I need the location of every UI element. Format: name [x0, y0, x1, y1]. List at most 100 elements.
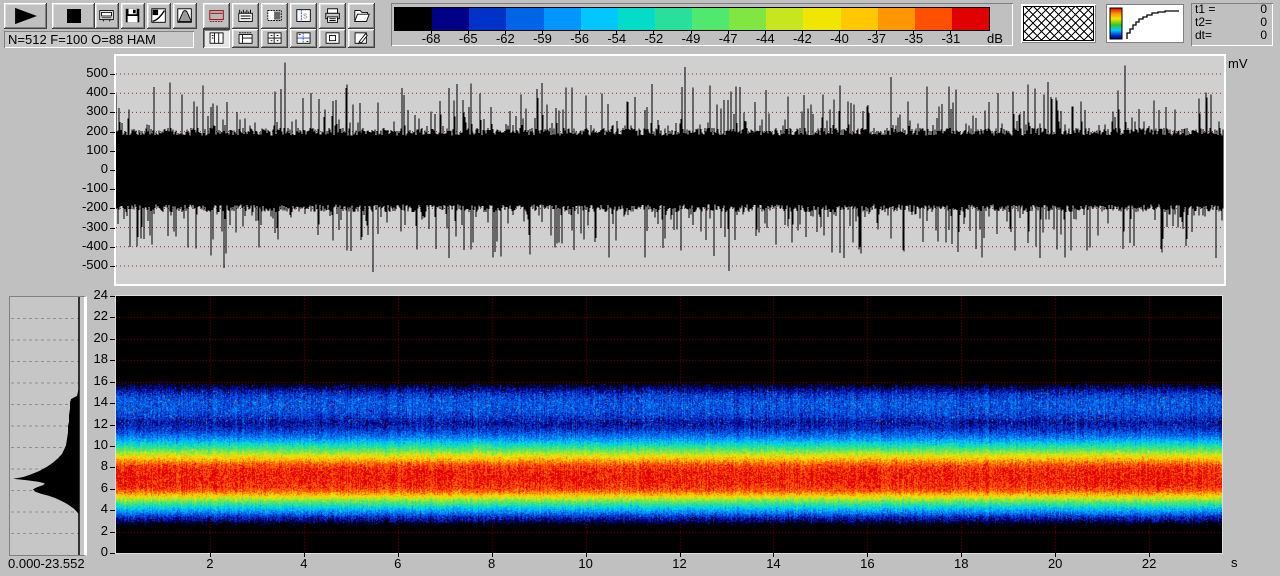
grid-inner-box-icon	[324, 32, 342, 45]
s-grid-icon: s	[295, 7, 313, 25]
axis-tickmark	[110, 360, 115, 362]
grid-vertical-icon	[208, 32, 226, 45]
spectrogram-xtick-label: 18	[954, 556, 969, 571]
waveform-ytick-label: -400	[81, 237, 108, 253]
spectrogram-ytick-label: 14	[93, 394, 108, 410]
time-cursor-readout: t1 = 0 t2= 0 dt= 0	[1191, 3, 1273, 46]
grid-top-dashed-button[interactable]	[232, 29, 259, 48]
window-function-button[interactable]	[173, 3, 197, 29]
color-scale-segment	[580, 8, 618, 30]
color-scale-segment	[766, 8, 804, 30]
color-scale-segment	[395, 8, 433, 30]
color-scale-label: -44	[755, 31, 775, 46]
stop-icon	[64, 6, 84, 26]
grid-vertical-button[interactable]	[203, 29, 230, 48]
color-scale-label: -37	[867, 31, 887, 46]
waveform-ytick-label: 200	[86, 122, 108, 138]
spectrogram-xtick-label: 12	[672, 556, 687, 571]
spectrogram-ytick-label: 12	[93, 415, 108, 431]
grid-cross-button[interactable]	[261, 29, 288, 48]
spectrogram-xtick-label: 20	[1047, 556, 1063, 571]
color-scale-label: -65	[458, 31, 478, 46]
scope-display-button[interactable]	[95, 3, 119, 29]
grid-edit-button[interactable]	[348, 29, 375, 48]
texture-preview-box[interactable]	[1021, 4, 1096, 43]
gamma-curve-button[interactable]	[147, 3, 171, 29]
spectrum-analyzer-window: N=512 F=100 O=88 HAM dB -68 -65 -62 -59 -56 -…	[0, 0, 1280, 576]
color-scale-label: -52	[644, 31, 664, 46]
shaded-region-button[interactable]	[261, 3, 288, 29]
axis-tickmark	[110, 445, 115, 447]
axis-tickmark	[110, 531, 115, 533]
waveform-ytick-label: 300	[86, 103, 108, 119]
axis-tickmark	[110, 189, 115, 191]
db-color-scale-bar	[394, 7, 990, 31]
red-frame-display-button[interactable]	[203, 3, 230, 29]
stop-button[interactable]	[52, 3, 95, 29]
printer-icon	[324, 7, 342, 25]
waveform-unit-label: mV	[1228, 56, 1248, 71]
time-range-label: 0.000-23.552	[8, 556, 85, 571]
shaded-region-icon	[266, 7, 284, 25]
spectrogram-plot[interactable]	[116, 296, 1222, 553]
color-scale-segment	[803, 8, 841, 30]
axis-tickmark	[110, 296, 115, 297]
spectrogram-ytick-label: 22	[93, 308, 108, 324]
analysis-settings-readout: N=512 F=100 O=88 HAM	[4, 31, 194, 48]
analysis-settings-text: N=512 F=100 O=88 HAM	[8, 32, 156, 47]
grid-cross-axes-icon	[295, 32, 313, 45]
color-scale-label: -40	[830, 31, 849, 46]
color-scale-label: -59	[533, 31, 552, 46]
save-floppy-button[interactable]	[121, 3, 145, 29]
time-readout-label: dt=	[1195, 28, 1213, 42]
axis-tickmark	[110, 338, 115, 340]
spectrogram-xtick-label: 8	[488, 556, 496, 571]
axis-tickmark	[110, 246, 115, 248]
axis-tickmark	[110, 227, 115, 229]
color-scale-label: -54	[607, 31, 627, 46]
spectrogram-xtick-label: 14	[766, 556, 781, 571]
spectrogram-ytick-label: 20	[93, 329, 108, 345]
axis-tickmark	[110, 488, 115, 490]
svg-text:s: s	[303, 11, 308, 21]
spectrogram-xtick-label: 10	[578, 556, 593, 571]
open-folder-button[interactable]	[348, 3, 375, 29]
spectrogram-ytick-label: 4	[100, 501, 108, 517]
color-scale-label: -42	[792, 31, 812, 46]
waveform-ytick-label: 100	[86, 141, 108, 157]
color-scale-label: -56	[570, 31, 590, 46]
play-button[interactable]	[4, 3, 47, 29]
color-scale-segment	[951, 8, 989, 30]
axis-tickmark	[110, 424, 115, 426]
gamma-curve-icon	[150, 7, 168, 25]
comb-display-button[interactable]	[232, 3, 259, 29]
grid-top-dashed-icon	[237, 32, 255, 45]
printer-button[interactable]	[319, 3, 346, 29]
color-scale-segment	[543, 8, 581, 30]
s-grid-button[interactable]: s	[290, 3, 317, 29]
axis-tickmark	[110, 170, 115, 171]
play-icon	[9, 6, 43, 26]
color-scale-segment	[877, 8, 915, 30]
color-scale-segment	[654, 8, 692, 30]
db-unit-label: dB	[987, 31, 1003, 46]
comb-display-icon	[237, 7, 255, 25]
grid-inner-box-button[interactable]	[319, 29, 346, 48]
spectrogram-ytick-label: 16	[93, 372, 108, 388]
waveform-ytick-label: -200	[81, 199, 108, 215]
color-scale-segment	[432, 8, 470, 30]
red-frame-display-icon	[208, 7, 226, 25]
waveform-plot[interactable]	[116, 56, 1224, 284]
axis-tickmark	[110, 93, 115, 95]
save-floppy-icon	[124, 7, 142, 25]
grid-cross-axes-button[interactable]	[290, 29, 317, 48]
color-scale-label: -35	[904, 31, 924, 46]
color-scale-label: -62	[495, 31, 515, 46]
axis-tickmark	[110, 510, 115, 512]
color-scale-segment	[692, 8, 730, 30]
palette-transfer-curve-box[interactable]	[1106, 4, 1184, 43]
axis-tickmark	[110, 208, 115, 210]
axis-tickmark	[110, 150, 115, 152]
axis-tickmark	[110, 266, 115, 267]
color-scale-segment	[840, 8, 878, 30]
